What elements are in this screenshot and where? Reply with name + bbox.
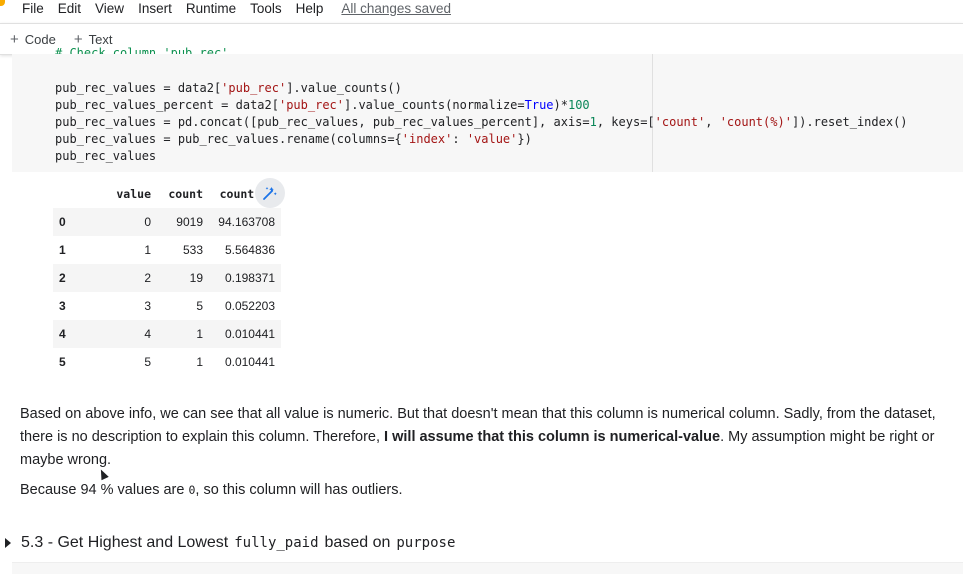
row-index: 0 (53, 208, 95, 236)
code-line-3: pub_rec_values = pd.concat([pub_rec_valu… (55, 115, 908, 129)
table-row: 4 4 1 0.010441 (53, 320, 281, 348)
menu-help[interactable]: Help (296, 1, 324, 16)
next-code-cell[interactable] (12, 562, 963, 574)
cell-percent: 0.198371 (209, 264, 281, 292)
code-string: 'count' (654, 115, 706, 129)
code-line-5: pub_rec_values (55, 149, 157, 163)
code-string: 'pub_rec' (278, 98, 344, 112)
add-text-button[interactable]: + Text (74, 31, 113, 48)
code-number: 100 (567, 98, 590, 112)
menu-view[interactable]: View (95, 1, 124, 16)
code-string: 'count(%)' (719, 115, 792, 129)
code-number: 1 (589, 115, 597, 129)
row-index: 5 (59, 355, 66, 369)
plus-icon: + (73, 30, 83, 48)
table-row: 0 0 9019 94.163708 (53, 208, 281, 236)
table-row: 1 1 533 5.564836 (53, 236, 281, 264)
code-string: 'value' (466, 132, 518, 146)
cell-percent: 5.564836 (224, 243, 275, 257)
add-text-label: Text (88, 31, 113, 47)
row-index: 4 (53, 320, 95, 348)
code-string: 'pub_rec' (221, 81, 287, 95)
add-code-label: Code (24, 31, 56, 47)
cell-percent: 94.163708 (209, 208, 281, 236)
menu-tools[interactable]: Tools (250, 1, 282, 16)
column-header: value (116, 187, 151, 201)
row-index: 3 (59, 299, 66, 313)
code-line-2: pub_rec_values_percent = data2['pub_rec'… (55, 98, 590, 112)
section-heading[interactable]: 5.3 - Get Highest and Lowest fully_paid … (0, 530, 963, 556)
menu-insert[interactable]: Insert (138, 1, 172, 16)
magic-wand-icon (263, 187, 277, 200)
code-editor[interactable]: pub_rec_values = data2['pub_rec'].value_… (55, 80, 908, 165)
plus-icon: + (10, 30, 19, 48)
table-row: 5 5 1 0.010441 (53, 348, 281, 376)
column-header: count (168, 187, 203, 201)
menu-edit[interactable]: Edit (58, 1, 81, 16)
cell-value: 0 (95, 208, 157, 236)
cell-count: 533 (182, 243, 203, 257)
cell-percent: 0.010441 (224, 355, 275, 369)
row-index: 2 (53, 264, 95, 292)
cell-count: 19 (157, 264, 209, 292)
cell-count: 5 (196, 299, 203, 313)
cell-count: 1 (196, 355, 203, 369)
cell-percent: 0.052203 (224, 299, 275, 313)
cell-value: 3 (144, 299, 151, 313)
add-code-button[interactable]: + Code (10, 31, 56, 48)
magic-wand-button[interactable] (255, 178, 285, 208)
menu-file[interactable]: File (22, 1, 44, 16)
paragraph-bold-text: I will assume that this column is numeri… (384, 429, 721, 445)
menu-runtime[interactable]: Runtime (186, 1, 236, 16)
cell-value: 4 (95, 320, 157, 348)
cell-value: 1 (144, 243, 151, 257)
cell-value: 5 (144, 355, 151, 369)
index-header (53, 180, 95, 208)
section-title: 5.3 - Get Highest and Lowest (21, 534, 229, 551)
cell-count: 9019 (157, 208, 209, 236)
text-cell-paragraph: Based on above info, we can see that all… (20, 403, 950, 472)
section-code: purpose (396, 535, 456, 551)
cell-count: 1 (157, 320, 209, 348)
paragraph-text: , so this column will has outliers. (195, 482, 403, 498)
cell-percent: 0.010441 (209, 320, 281, 348)
menu-bar: File Edit View Insert Runtime Tools Help… (0, 0, 963, 22)
section-title: based on (324, 534, 391, 551)
paragraph-text: Because 94 % values are (20, 482, 189, 498)
row-index: 1 (59, 243, 66, 257)
code-line-4: pub_rec_values = pub_rec_values.rename(c… (55, 132, 532, 146)
expand-caret-icon[interactable] (5, 538, 11, 548)
save-status-link[interactable]: All changes saved (341, 1, 451, 16)
table-row: 2 2 19 0.198371 (53, 264, 281, 292)
table-header-row: value count count(%) (53, 180, 281, 208)
section-code: fully_paid (234, 535, 319, 551)
output-dataframe: value count count(%) 0 0 9019 94.163708 … (53, 180, 281, 376)
table-row: 3 3 5 0.052203 (53, 292, 281, 320)
text-cell-paragraph: Because 94 % values are 0, so this colum… (20, 479, 950, 502)
cell-value: 2 (95, 264, 157, 292)
code-keyword: True (524, 98, 554, 112)
code-string: 'index' (401, 132, 453, 146)
code-comment-line: # Check column 'pub_rec' (55, 46, 229, 54)
code-line-1: pub_rec_values = data2['pub_rec'].value_… (55, 81, 402, 95)
